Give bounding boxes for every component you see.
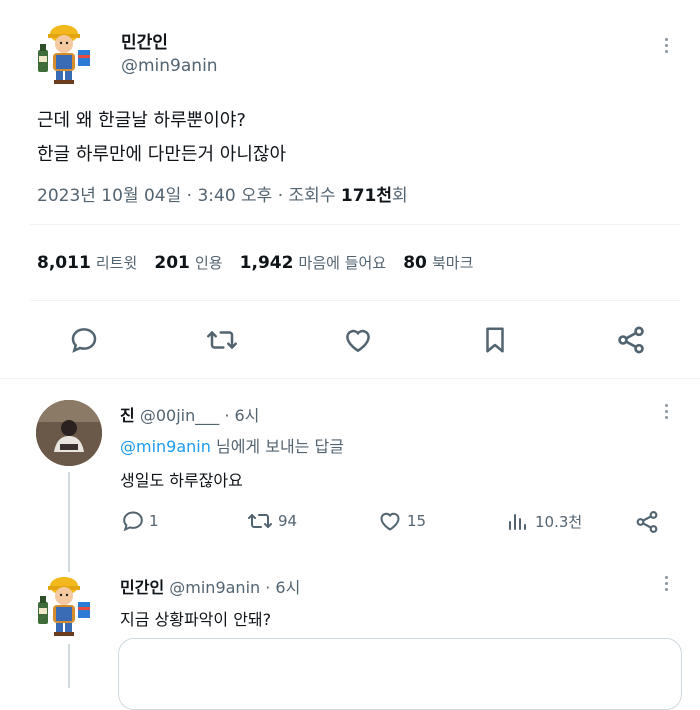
replying-to-handle[interactable]: @min9anin xyxy=(120,437,211,456)
tweet-text-line2: 한글 하루만에 다만든거 아니잖아 xyxy=(37,144,287,165)
reply1-retweet-button[interactable]: 94 xyxy=(246,509,297,533)
retweets-stat[interactable]: 8,011 리트윗 xyxy=(37,253,142,273)
views-icon xyxy=(509,514,526,530)
divider xyxy=(0,378,700,379)
author-handle[interactable]: @min9anin xyxy=(121,56,218,76)
reply2-text: 지금 상황파악이 안돼? xyxy=(120,610,272,629)
reply1-handle[interactable]: @00jin___ xyxy=(140,406,219,425)
reply1-like-button[interactable]: 15 xyxy=(377,509,426,533)
reply1-share-button[interactable] xyxy=(634,509,660,535)
retweet-icon xyxy=(248,514,272,528)
quotes-label: 인용 xyxy=(194,254,223,272)
views-count: 171천 xyxy=(340,186,393,206)
retweet-button[interactable] xyxy=(205,325,239,355)
replying-to-suffix: 님에게 보내는 답글 xyxy=(215,437,344,456)
quotes-number: 201 xyxy=(154,253,190,273)
divider xyxy=(30,224,680,225)
reply1-reply-button[interactable]: 1 xyxy=(121,509,159,533)
reply1-header: 진 @00jin___ · 6시 xyxy=(120,402,259,426)
likes-label: 마음에 들어요 xyxy=(298,254,387,272)
reply2-time[interactable]: · 6시 xyxy=(265,578,300,597)
bookmark-button[interactable] xyxy=(480,324,510,356)
reply1-reply-count: 1 xyxy=(149,512,159,530)
share-icon xyxy=(618,326,644,354)
reply1-view-count: 10.3천 xyxy=(535,512,583,531)
author-avatar[interactable] xyxy=(34,22,94,86)
quoted-card[interactable] xyxy=(118,638,682,710)
reply1-display-name[interactable]: 진 xyxy=(120,406,135,425)
views-suffix: 회 xyxy=(392,186,408,206)
reply-button[interactable] xyxy=(69,325,99,355)
reply-icon xyxy=(71,328,97,353)
author-display-name[interactable]: 민간인 xyxy=(121,28,168,53)
like-icon xyxy=(380,512,400,531)
reply1-text: 생일도 하루잖아요 xyxy=(120,471,243,490)
bookmarks-number: 80 xyxy=(403,253,427,273)
bookmarks-stat[interactable]: 80 북마크 xyxy=(403,253,474,273)
tweet-timestamp[interactable]: 2023년 10월 04일 · 3:40 오후 · 조회수 171천회 xyxy=(37,181,408,206)
reply1-time[interactable]: · 6시 xyxy=(224,406,259,425)
like-button[interactable] xyxy=(342,325,374,355)
reply1-avatar[interactable] xyxy=(36,400,102,466)
retweets-label: 리트윗 xyxy=(95,254,138,272)
tweet-text-line1: 근데 왜 한글날 하루뿐이야? xyxy=(37,110,246,131)
like-icon xyxy=(346,329,370,353)
more-icon[interactable] xyxy=(664,576,670,594)
reply2-avatar[interactable] xyxy=(34,574,94,638)
likes-stat[interactable]: 1,942 마음에 들어요 xyxy=(239,253,392,273)
bookmarks-label: 북마크 xyxy=(431,254,474,272)
share-button[interactable] xyxy=(615,324,647,356)
more-icon[interactable] xyxy=(664,404,670,422)
stats-row: 8,011 리트윗 201 인용 1,942 마음에 들어요 80 북마크 xyxy=(37,252,473,273)
more-icon[interactable] xyxy=(664,38,670,56)
thread-line xyxy=(68,644,70,688)
divider xyxy=(30,300,680,301)
reply2-header: 민간인 @min9anin · 6시 xyxy=(120,574,300,598)
likes-number: 1,942 xyxy=(239,253,294,273)
retweets-number: 8,011 xyxy=(37,253,91,273)
share-icon xyxy=(636,511,658,533)
thread-line xyxy=(68,472,70,572)
bookmark-icon xyxy=(486,327,504,353)
timestamp-text: 2023년 10월 04일 · 3:40 오후 · 조회수 xyxy=(37,186,341,206)
reply2-display-name[interactable]: 민간인 xyxy=(120,578,164,597)
reply1-like-count: 15 xyxy=(407,512,427,530)
reply2-handle[interactable]: @min9anin xyxy=(169,578,260,597)
reply1-views-button[interactable]: 10.3천 xyxy=(507,509,582,533)
retweet-icon xyxy=(207,331,237,349)
reply1-replying-to: @min9anin 님에게 보내는 답글 xyxy=(120,433,344,457)
quotes-stat[interactable]: 201 인용 xyxy=(154,253,227,273)
reply1-retweet-count: 94 xyxy=(278,512,298,530)
reply-icon xyxy=(123,511,143,532)
